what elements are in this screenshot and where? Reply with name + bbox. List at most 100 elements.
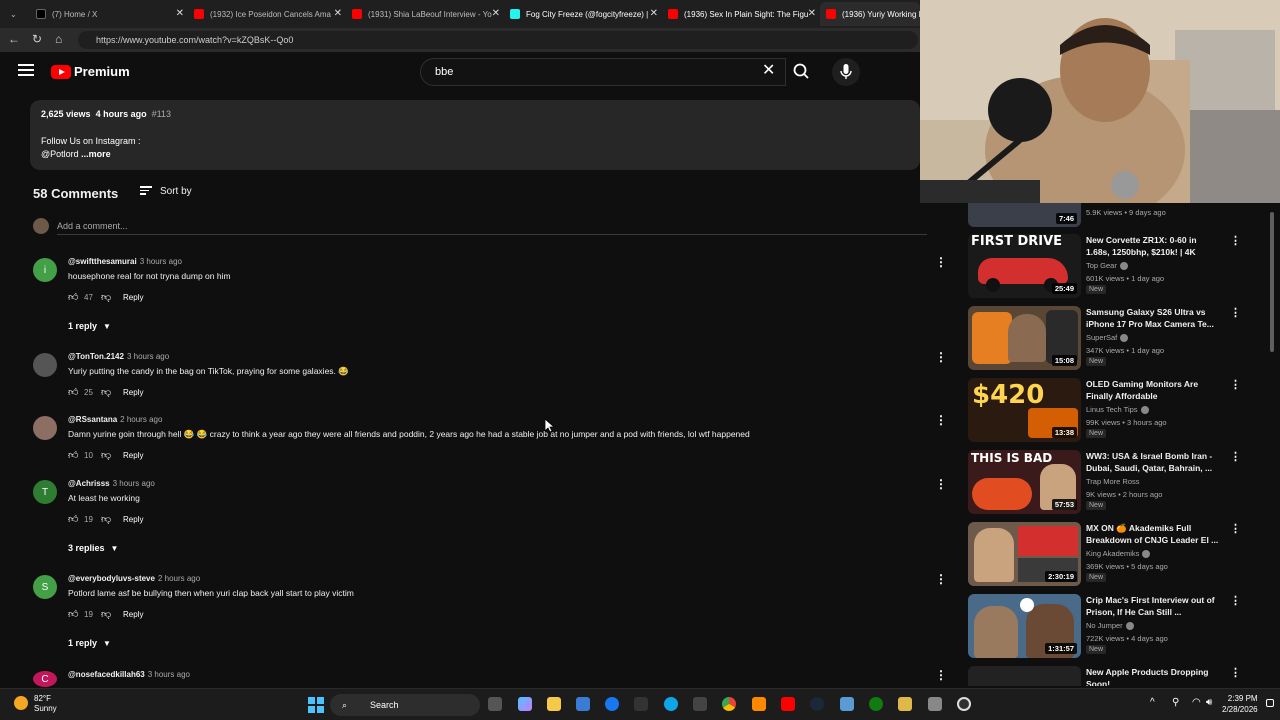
video-thumbnail[interactable]: $420 13:38 [968, 378, 1081, 442]
start-button[interactable] [308, 697, 324, 713]
view-replies-button[interactable]: 3 replies ▼ [68, 543, 118, 553]
more-options-icon[interactable]: ⋮ [1230, 306, 1241, 319]
video-thumbnail[interactable]: 2:30:19 [968, 522, 1081, 586]
recommended-video[interactable]: 2:30:19 MX ON 🍊 Akademiks Full Breakdown… [968, 522, 1268, 588]
avatar[interactable] [33, 353, 57, 377]
comment-time[interactable]: 3 hours ago [140, 257, 182, 266]
video-title[interactable]: WW3: USA & Israel Bomb Iran - Dubai, Sau… [1086, 450, 1221, 474]
comment-author[interactable]: @swiftthesamurai [68, 257, 137, 266]
reply-button[interactable]: Reply [123, 515, 143, 524]
browser-tab[interactable]: (1932) Ice Poseidon Cancels Ama ✕ [188, 2, 346, 26]
folder-icon[interactable] [898, 697, 912, 711]
recommended-video[interactable]: FIRST DRIVE 25:49 New Corvette ZR1X: 0-6… [968, 234, 1268, 300]
amazon-icon[interactable] [634, 697, 648, 711]
like-icon[interactable]: 👍︎ [68, 449, 80, 461]
browser-tab[interactable]: (7) Home / X ✕ [30, 2, 188, 26]
youtube-logo[interactable]: Premium [51, 64, 130, 79]
system-clock[interactable]: 2:39 PM 2/28/2026 [1222, 693, 1258, 715]
xbox-icon[interactable] [869, 697, 883, 711]
comment-author[interactable]: @TonTon.2142 [68, 352, 124, 361]
comment-author[interactable]: @Achrisss [68, 479, 110, 488]
show-more-button[interactable]: ...more [81, 149, 111, 159]
browser-tab[interactable]: (1931) Shia LaBeouf Interview - Yo ✕ [346, 2, 504, 26]
video-thumbnail[interactable]: 7:46 [968, 203, 1081, 227]
home-icon[interactable]: ⌂ [55, 32, 62, 46]
video-thumbnail[interactable]: 15:08 [968, 306, 1081, 370]
comment-time[interactable]: 2 hours ago [120, 415, 162, 424]
view-replies-button[interactable]: 1 reply ▼ [68, 321, 111, 331]
clear-search-icon[interactable]: ✕ [762, 63, 775, 79]
more-options-icon[interactable]: ⋮ [935, 669, 947, 681]
chrome-icon[interactable] [722, 697, 736, 711]
hashtag-link[interactable]: #113 [152, 109, 171, 119]
search-input[interactable]: bbe [420, 58, 786, 86]
edge-icon[interactable] [664, 697, 678, 711]
app-icon[interactable] [840, 697, 854, 711]
recommended-video[interactable]: $420 13:38 OLED Gaming Monitors Are Fina… [968, 378, 1268, 444]
task-view-icon[interactable] [488, 697, 502, 711]
url-field[interactable]: https://www.youtube.com/watch?v=kZQBsK--… [78, 31, 918, 49]
weather-widget[interactable]: 82°F Sunny [14, 694, 57, 714]
copilot-icon[interactable] [518, 697, 532, 711]
dislike-icon[interactable]: 👎︎ [101, 513, 123, 525]
channel-name[interactable]: Trap More Ross [1086, 477, 1140, 486]
channel-name[interactable]: Top Gear [1086, 261, 1128, 271]
comment-time[interactable]: 3 hours ago [148, 670, 190, 679]
search-button[interactable] [786, 58, 818, 86]
view-replies-button[interactable]: 1 reply ▼ [68, 638, 111, 648]
more-options-icon[interactable]: ⋮ [935, 573, 947, 585]
close-icon[interactable]: ✕ [492, 8, 500, 19]
menu-icon[interactable] [18, 64, 34, 79]
taskbar-search[interactable]: ⌕ Search [330, 694, 480, 716]
like-icon[interactable]: 👍︎ [68, 386, 80, 398]
store-icon[interactable] [576, 697, 590, 711]
more-options-icon[interactable]: ⋮ [1230, 522, 1241, 535]
channel-name[interactable]: King Akademiks [1086, 549, 1151, 559]
avatar[interactable] [33, 416, 57, 440]
avatar[interactable]: T [33, 480, 57, 504]
video-thumbnail[interactable] [968, 666, 1081, 686]
video-thumbnail[interactable]: 1:31:57 [968, 594, 1081, 658]
recommended-video[interactable]: 1:31:57 Crip Mac's First Interview out o… [968, 594, 1268, 660]
more-options-icon[interactable]: ⋮ [1230, 450, 1241, 463]
recommended-video[interactable]: THIS IS BAD 57:53 WW3: USA & Israel Bomb… [968, 450, 1268, 516]
reply-button[interactable]: Reply [123, 610, 143, 619]
video-title[interactable]: New Apple Products Dropping Soon! [1086, 666, 1221, 686]
recommended-video-partial[interactable]: 7:46 5.9K views • 9 days ago [968, 203, 1268, 227]
recommended-video[interactable]: New Apple Products Dropping Soon! ⋮ [968, 666, 1268, 686]
volume-icon[interactable]: 🔊︎ [1206, 697, 1212, 708]
comment-author[interactable]: @nosefacedkillah63 [68, 670, 145, 679]
video-thumbnail[interactable]: FIRST DRIVE 25:49 [968, 234, 1081, 298]
network-icon[interactable]: ⚲ [1172, 697, 1179, 708]
like-icon[interactable]: 👍︎ [68, 291, 80, 303]
avatar[interactable]: i [33, 258, 57, 282]
obs-icon[interactable] [957, 697, 971, 711]
browser-tab[interactable]: Fog City Freeze (@fogcityfreeze) | ✕ [504, 2, 662, 26]
comment-time[interactable]: 2 hours ago [158, 574, 200, 583]
avatar[interactable]: C [33, 671, 57, 687]
file-explorer-icon[interactable] [547, 697, 561, 711]
facebook-icon[interactable] [605, 697, 619, 711]
more-options-icon[interactable]: ⋮ [935, 351, 947, 363]
comment-author[interactable]: @RSsantana [68, 415, 117, 424]
browser-tab[interactable]: (1936) Sex In Plain Sight: The Figu ✕ [662, 2, 820, 26]
comment-author[interactable]: @everybodyluvs-steve [68, 574, 155, 583]
close-icon[interactable]: ✕ [334, 8, 342, 19]
video-thumbnail[interactable]: THIS IS BAD 57:53 [968, 450, 1081, 514]
dislike-icon[interactable]: 👎︎ [101, 386, 123, 398]
youtube-icon[interactable] [781, 697, 795, 711]
scrollbar-thumb[interactable] [1270, 212, 1274, 352]
reload-icon[interactable]: ↻ [32, 32, 42, 46]
video-title[interactable]: OLED Gaming Monitors Are Finally Afforda… [1086, 378, 1221, 402]
comment-time[interactable]: 3 hours ago [113, 479, 155, 488]
app-icon[interactable] [928, 697, 942, 711]
dislike-icon[interactable]: 👎︎ [101, 291, 123, 303]
comment-time[interactable]: 3 hours ago [127, 352, 169, 361]
close-icon[interactable]: ✕ [176, 8, 184, 19]
more-options-icon[interactable]: ⋮ [935, 256, 947, 268]
channel-name[interactable]: SuperSaf [1086, 333, 1129, 343]
video-title[interactable]: Crip Mac's First Interview out of Prison… [1086, 594, 1221, 618]
reply-button[interactable]: Reply [123, 388, 143, 397]
tab-menu-button[interactable]: ⌄ [4, 2, 22, 26]
notification-icon[interactable] [1266, 699, 1274, 707]
